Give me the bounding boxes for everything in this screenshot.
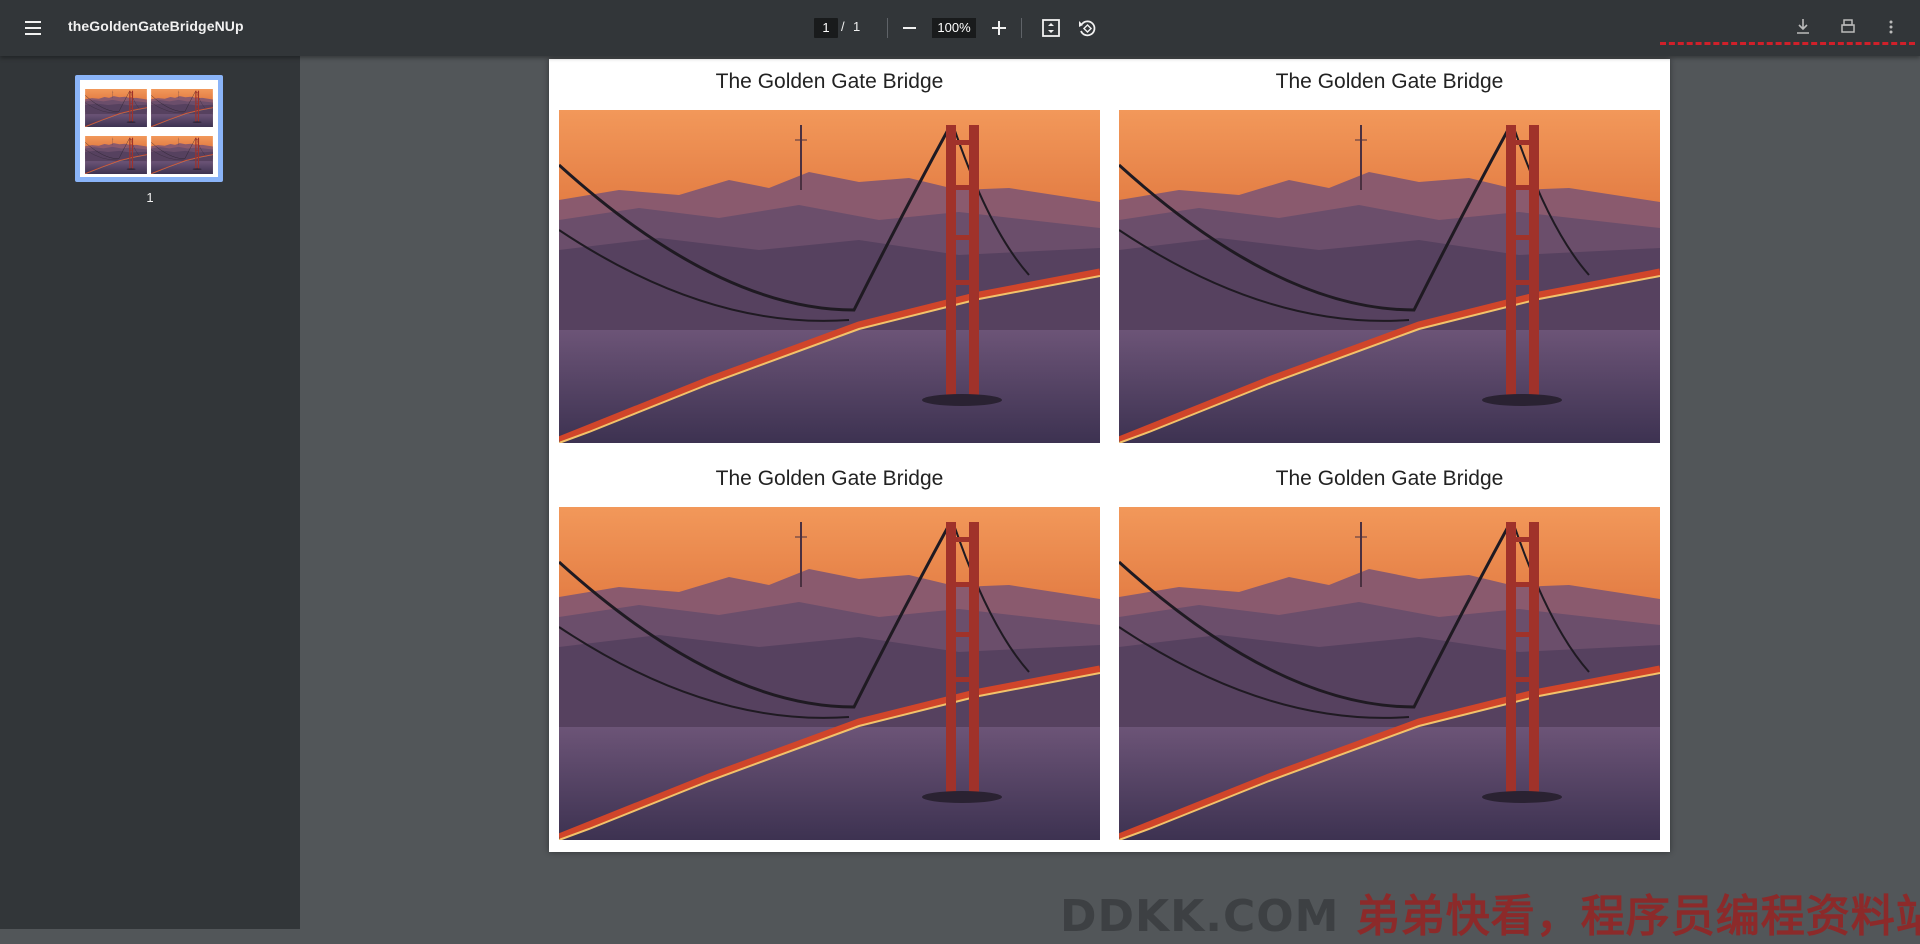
pdf-toolbar: theGoldenGateBridgeNUp 1 / 1 100% xyxy=(0,0,1920,56)
watermark: DDKK.COM 弟弟快看，程序员编程资料站 xyxy=(1060,880,1920,944)
cell-title: The Golden Gate Bridge xyxy=(715,70,944,93)
download-icon[interactable] xyxy=(1790,14,1816,40)
pdf-page: The Golden Gate Bridge The Golden Gate B… xyxy=(549,59,1670,852)
watermark-latin: DDKK.COM xyxy=(1060,891,1356,942)
rotate-icon xyxy=(1079,20,1096,37)
golden-gate-bridge-photo xyxy=(1119,110,1660,443)
document-title: theGoldenGateBridgeNUp xyxy=(68,18,244,34)
toolbar-divider xyxy=(887,18,888,38)
current-page-input[interactable]: 1 xyxy=(814,18,838,38)
zoom-in-button[interactable] xyxy=(987,16,1011,40)
fit-to-page-button[interactable] xyxy=(1039,16,1063,40)
page-separator: / xyxy=(841,19,845,34)
decorative-underline xyxy=(1660,42,1915,45)
thumbnail-sidebar: 1 xyxy=(0,56,300,929)
cell-title: The Golden Gate Bridge xyxy=(1275,70,1504,93)
page-thumbnail[interactable] xyxy=(75,75,223,182)
minus-icon xyxy=(903,27,916,29)
watermark-cn: 弟弟快看，程序员编程资料站 xyxy=(1355,891,1920,942)
thumbnail-page xyxy=(80,80,218,177)
more-options-icon[interactable] xyxy=(1878,14,1904,40)
fit-page-icon xyxy=(1042,19,1060,37)
golden-gate-bridge-photo xyxy=(559,507,1100,840)
rotate-button[interactable] xyxy=(1075,16,1099,40)
golden-gate-bridge-photo xyxy=(559,110,1100,443)
print-icon[interactable] xyxy=(1835,14,1861,40)
zoom-out-button[interactable] xyxy=(898,16,922,40)
golden-gate-bridge-photo xyxy=(1119,507,1660,840)
toolbar-divider xyxy=(1021,18,1022,38)
cell-title: The Golden Gate Bridge xyxy=(1275,467,1504,490)
thumbnail-page-number: 1 xyxy=(146,190,154,205)
total-pages: 1 xyxy=(853,19,861,34)
zoom-level-input[interactable]: 100% xyxy=(932,18,976,38)
menu-icon[interactable] xyxy=(22,16,46,40)
cell-title: The Golden Gate Bridge xyxy=(715,467,944,490)
